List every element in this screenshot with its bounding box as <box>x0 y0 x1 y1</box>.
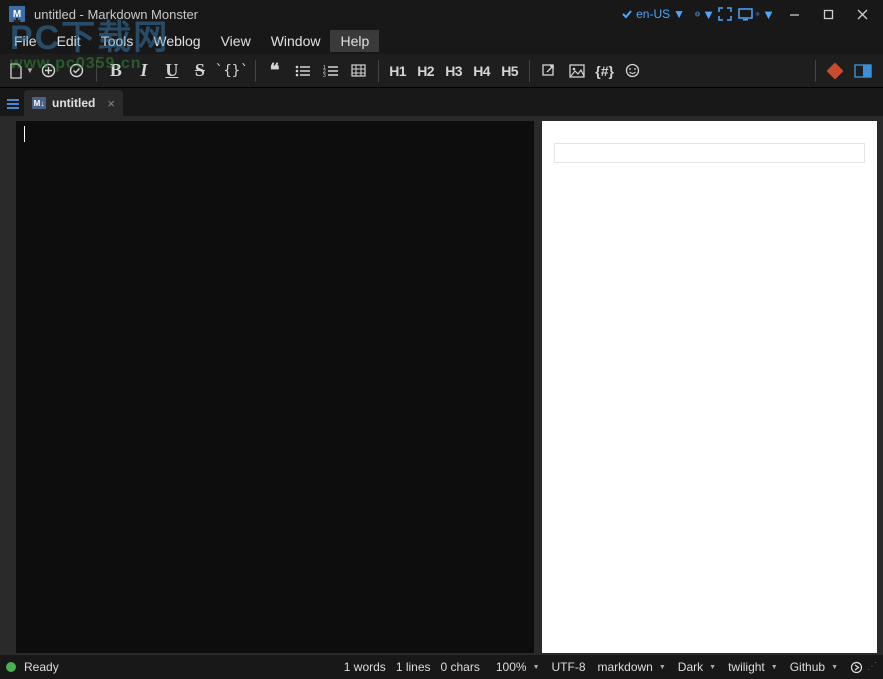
encoding-label: UTF-8 <box>552 660 586 674</box>
menu-weblog[interactable]: Weblog <box>143 30 210 52</box>
maximize-button[interactable] <box>813 0 843 28</box>
presentation-icon[interactable] <box>735 0 755 28</box>
save-button[interactable] <box>64 58 90 84</box>
mode-label: markdown <box>598 660 653 674</box>
status-words: 1 words <box>344 660 386 674</box>
menu-file[interactable]: File <box>4 30 47 52</box>
status-indicator-icon <box>6 662 16 672</box>
underline-button[interactable]: U <box>159 58 185 84</box>
resize-grip-icon[interactable]: ⋰ <box>867 663 877 671</box>
toolbar-separator <box>255 60 256 82</box>
close-button[interactable] <box>847 0 877 28</box>
bold-button[interactable]: B <box>103 58 129 84</box>
toolbar-separator <box>378 60 379 82</box>
h1-button[interactable]: H1 <box>385 58 411 84</box>
preview-theme-selector[interactable]: Github▼ <box>790 660 838 674</box>
markdown-file-icon: M↓ <box>32 97 46 109</box>
menu-tools[interactable]: Tools <box>91 30 144 52</box>
app-icon: M <box>6 3 28 25</box>
table-button[interactable] <box>346 58 372 84</box>
toolbar: ▼ B I U S `{}` ❝ 123 H1 H2 H3 H4 H5 {#} <box>0 54 883 88</box>
editor-pane[interactable] <box>16 121 534 653</box>
menu-view[interactable]: View <box>211 30 261 52</box>
status-chars: 0 chars <box>441 660 480 674</box>
menu-edit[interactable]: Edit <box>47 30 91 52</box>
new-file-button[interactable]: ▼ <box>7 58 34 84</box>
numbered-list-button[interactable]: 123 <box>318 58 344 84</box>
menu-window[interactable]: Window <box>261 30 331 52</box>
quote-button[interactable]: ❝ <box>262 58 288 84</box>
open-file-button[interactable] <box>36 58 62 84</box>
status-lines: 1 lines <box>396 660 431 674</box>
h3-button[interactable]: H3 <box>441 58 467 84</box>
hash-button[interactable]: {#} <box>592 58 618 84</box>
status-ready: Ready <box>24 660 59 674</box>
editor-theme-label: twilight <box>728 660 765 674</box>
language-label: en-US <box>636 7 670 21</box>
link-button[interactable] <box>536 58 562 84</box>
editor-tab[interactable]: M↓ untitled × <box>24 90 123 116</box>
minimize-button[interactable] <box>779 0 809 28</box>
preview-pane <box>542 121 877 653</box>
code-button[interactable]: `{}` <box>215 58 249 84</box>
mode-selector[interactable]: markdown▼ <box>598 660 666 674</box>
image-button[interactable] <box>564 58 590 84</box>
window-title: untitled - Markdown Monster <box>34 7 198 22</box>
tab-menu-button[interactable] <box>4 92 22 116</box>
zoom-selector[interactable]: 100%▼ <box>496 660 540 674</box>
zoom-label: 100% <box>496 660 527 674</box>
statusbar: Ready 1 words 1 lines 0 chars 100%▼ UTF-… <box>0 655 883 679</box>
h2-button[interactable]: H2 <box>413 58 439 84</box>
svg-text:3: 3 <box>323 73 326 78</box>
tabbar: M↓ untitled × <box>0 88 883 116</box>
titlebar: M untitled - Markdown Monster en-US ▼ ▼ … <box>0 0 883 28</box>
app-theme-label: Dark <box>678 660 703 674</box>
preview-content-box <box>554 143 865 163</box>
encoding-selector[interactable]: UTF-8 <box>552 660 586 674</box>
fullscreen-icon[interactable] <box>715 0 735 28</box>
h5-button[interactable]: H5 <box>497 58 523 84</box>
preview-toggle-button[interactable] <box>850 58 876 84</box>
preview-theme-label: Github <box>790 660 825 674</box>
settings-icon[interactable]: ▼ <box>755 0 775 28</box>
emoji-button[interactable] <box>620 58 646 84</box>
h4-button[interactable]: H4 <box>469 58 495 84</box>
strikethrough-button[interactable]: S <box>187 58 213 84</box>
tab-label: untitled <box>52 96 95 110</box>
bullet-list-button[interactable] <box>290 58 316 84</box>
toolbar-separator <box>529 60 530 82</box>
globe-icon[interactable]: ▼ <box>695 0 715 28</box>
git-button[interactable] <box>822 58 848 84</box>
language-selector[interactable]: en-US ▼ <box>621 7 685 21</box>
content-area <box>0 116 883 655</box>
menu-help[interactable]: Help <box>330 30 379 52</box>
text-cursor <box>24 126 25 142</box>
italic-button[interactable]: I <box>131 58 157 84</box>
editor-theme-selector[interactable]: twilight▼ <box>728 660 778 674</box>
menubar: File Edit Tools Weblog View Window Help <box>0 28 883 54</box>
app-theme-selector[interactable]: Dark▼ <box>678 660 716 674</box>
tab-close-button[interactable]: × <box>107 96 115 111</box>
status-expand-button[interactable] <box>850 661 863 674</box>
toolbar-separator <box>96 60 97 82</box>
toolbar-separator <box>815 60 816 82</box>
